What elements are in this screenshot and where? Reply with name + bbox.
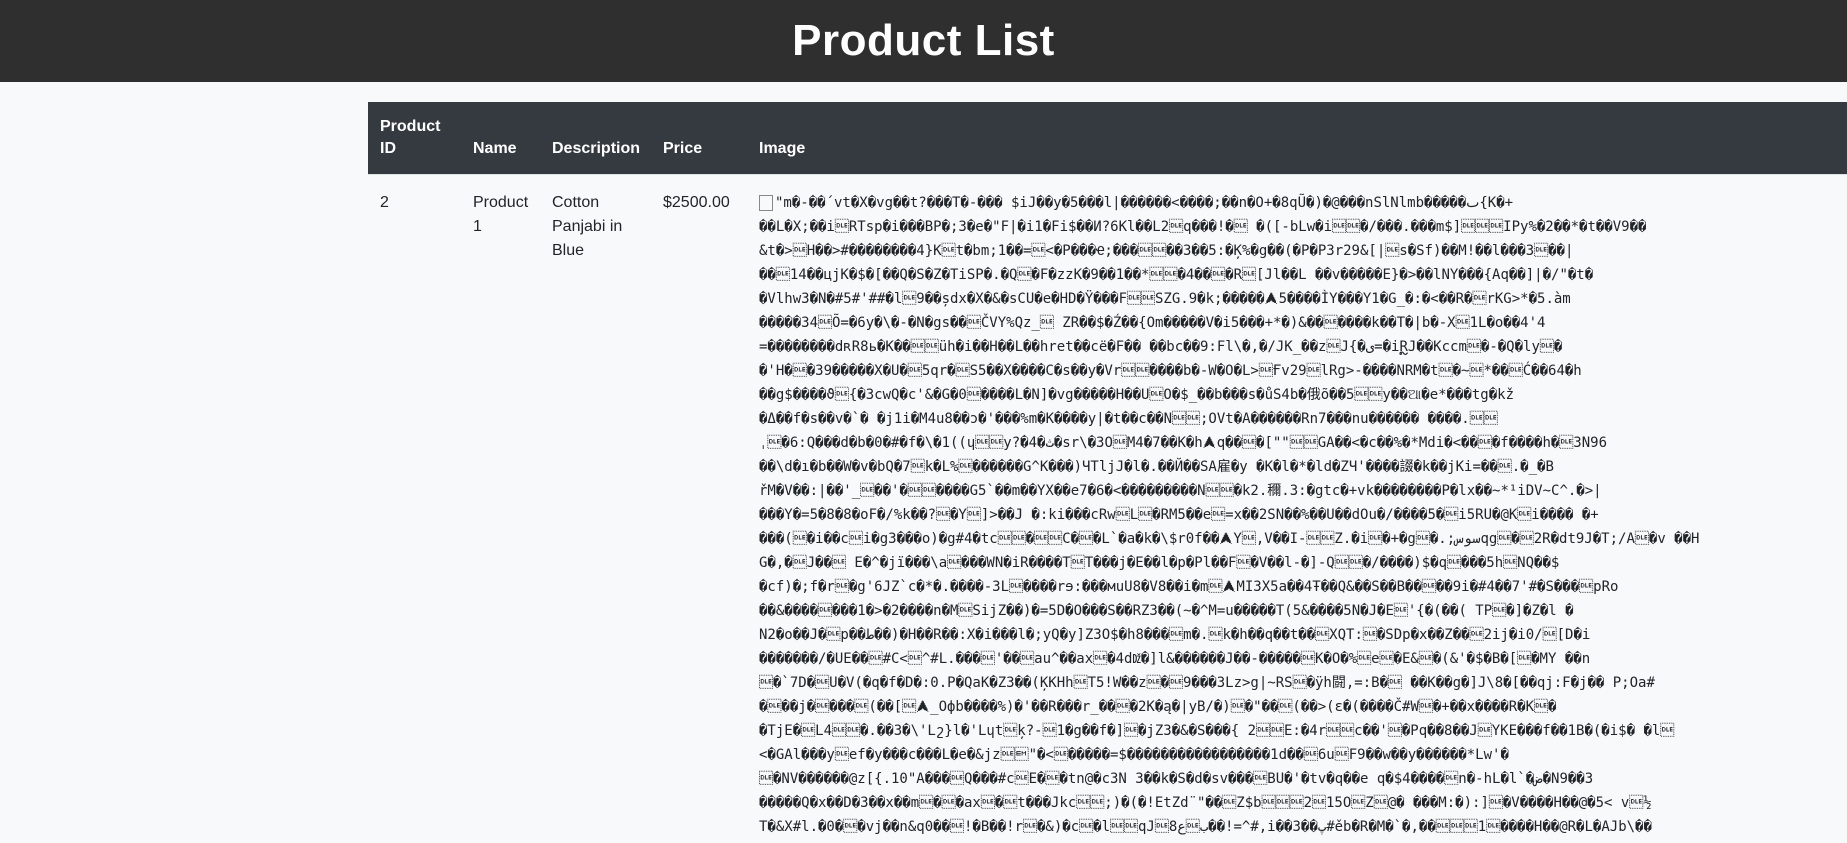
broken-image-icon <box>759 194 773 211</box>
page-header: Product List <box>0 0 1847 82</box>
product-table-container: Product ID Name Description Price Image … <box>368 102 1847 843</box>
column-header-description: Description <box>540 102 651 175</box>
column-header-product-id: Product ID <box>368 102 461 175</box>
cell-image: "m�-��´vt�X�vg��t?���T�-��� $iJ��y�5���l… <box>747 174 1847 843</box>
cell-product-id: 2 <box>368 174 461 843</box>
cell-price: $2500.00 <box>651 174 747 843</box>
cell-name: Product 1 <box>461 174 540 843</box>
image-raw-data-text: "m�-��´vt�X�vg��t?���T�-��� $iJ��y�5���l… <box>759 195 1700 835</box>
cell-description: Cotton Panjabi in Blue <box>540 174 651 843</box>
table-body: 2 Product 1 Cotton Panjabi in Blue $2500… <box>368 174 1847 843</box>
table-row: 2 Product 1 Cotton Panjabi in Blue $2500… <box>368 174 1847 843</box>
column-header-price: Price <box>651 102 747 175</box>
column-header-image: Image <box>747 102 1847 175</box>
table-header: Product ID Name Description Price Image <box>368 102 1847 175</box>
product-table: Product ID Name Description Price Image … <box>368 102 1847 843</box>
column-header-name: Name <box>461 102 540 175</box>
page-title: Product List <box>792 16 1055 65</box>
header-row: Product ID Name Description Price Image <box>368 102 1847 175</box>
